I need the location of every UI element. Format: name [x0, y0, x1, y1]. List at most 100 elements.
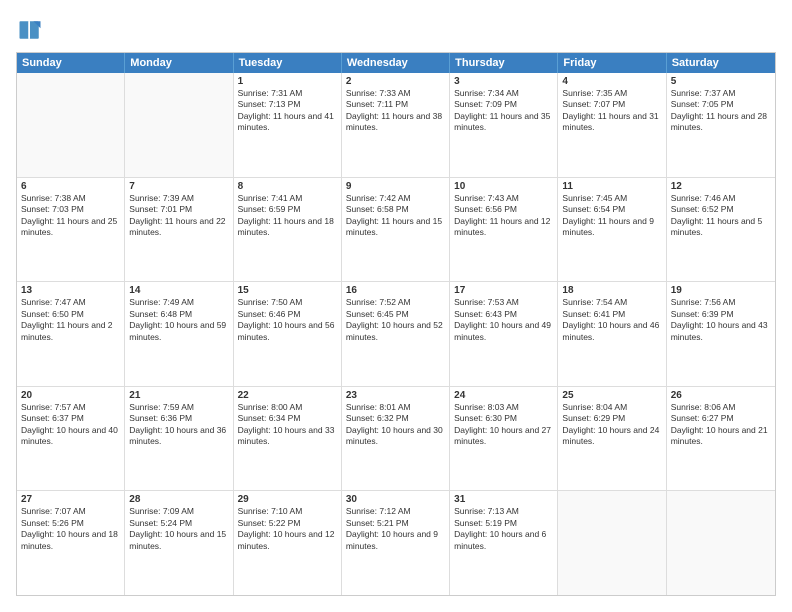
day-number: 19 — [671, 285, 771, 296]
calendar-cell: 31Sunrise: 7:13 AMSunset: 5:19 PMDayligh… — [450, 491, 558, 595]
calendar-cell: 21Sunrise: 7:59 AMSunset: 6:36 PMDayligh… — [125, 387, 233, 491]
calendar-cell: 22Sunrise: 8:00 AMSunset: 6:34 PMDayligh… — [234, 387, 342, 491]
calendar-row-2: 6Sunrise: 7:38 AMSunset: 7:03 PMDaylight… — [17, 178, 775, 283]
calendar-cell: 5Sunrise: 7:37 AMSunset: 7:05 PMDaylight… — [667, 73, 775, 177]
cell-content: Sunrise: 8:06 AMSunset: 6:27 PMDaylight:… — [671, 402, 771, 448]
cell-content: Sunrise: 7:34 AMSunset: 7:09 PMDaylight:… — [454, 88, 553, 134]
day-number: 4 — [562, 76, 661, 87]
cell-content: Sunrise: 7:57 AMSunset: 6:37 PMDaylight:… — [21, 402, 120, 448]
day-number: 1 — [238, 76, 337, 87]
calendar-cell: 1Sunrise: 7:31 AMSunset: 7:13 PMDaylight… — [234, 73, 342, 177]
calendar-cell: 19Sunrise: 7:56 AMSunset: 6:39 PMDayligh… — [667, 282, 775, 386]
logo-icon — [16, 16, 44, 44]
calendar-row-3: 13Sunrise: 7:47 AMSunset: 6:50 PMDayligh… — [17, 282, 775, 387]
calendar-cell: 14Sunrise: 7:49 AMSunset: 6:48 PMDayligh… — [125, 282, 233, 386]
cell-content: Sunrise: 7:54 AMSunset: 6:41 PMDaylight:… — [562, 297, 661, 343]
calendar-cell — [558, 491, 666, 595]
calendar-cell: 24Sunrise: 8:03 AMSunset: 6:30 PMDayligh… — [450, 387, 558, 491]
cell-content: Sunrise: 7:50 AMSunset: 6:46 PMDaylight:… — [238, 297, 337, 343]
cell-content: Sunrise: 8:04 AMSunset: 6:29 PMDaylight:… — [562, 402, 661, 448]
cell-content: Sunrise: 7:10 AMSunset: 5:22 PMDaylight:… — [238, 506, 337, 552]
day-number: 15 — [238, 285, 337, 296]
cell-content: Sunrise: 7:47 AMSunset: 6:50 PMDaylight:… — [21, 297, 120, 343]
day-number: 25 — [562, 390, 661, 401]
cell-content: Sunrise: 7:42 AMSunset: 6:58 PMDaylight:… — [346, 193, 445, 239]
cell-content: Sunrise: 7:39 AMSunset: 7:01 PMDaylight:… — [129, 193, 228, 239]
day-number: 24 — [454, 390, 553, 401]
logo — [16, 16, 48, 44]
day-number: 2 — [346, 76, 445, 87]
calendar-cell: 18Sunrise: 7:54 AMSunset: 6:41 PMDayligh… — [558, 282, 666, 386]
day-header-sunday: Sunday — [17, 53, 125, 73]
day-number: 9 — [346, 181, 445, 192]
day-number: 6 — [21, 181, 120, 192]
cell-content: Sunrise: 8:01 AMSunset: 6:32 PMDaylight:… — [346, 402, 445, 448]
cell-content: Sunrise: 7:09 AMSunset: 5:24 PMDaylight:… — [129, 506, 228, 552]
day-number: 10 — [454, 181, 553, 192]
calendar-cell: 23Sunrise: 8:01 AMSunset: 6:32 PMDayligh… — [342, 387, 450, 491]
cell-content: Sunrise: 8:03 AMSunset: 6:30 PMDaylight:… — [454, 402, 553, 448]
day-number: 31 — [454, 494, 553, 505]
day-number: 17 — [454, 285, 553, 296]
cell-content: Sunrise: 7:56 AMSunset: 6:39 PMDaylight:… — [671, 297, 771, 343]
calendar-cell: 15Sunrise: 7:50 AMSunset: 6:46 PMDayligh… — [234, 282, 342, 386]
calendar-cell: 17Sunrise: 7:53 AMSunset: 6:43 PMDayligh… — [450, 282, 558, 386]
cell-content: Sunrise: 7:41 AMSunset: 6:59 PMDaylight:… — [238, 193, 337, 239]
day-header-saturday: Saturday — [667, 53, 775, 73]
calendar-cell: 2Sunrise: 7:33 AMSunset: 7:11 PMDaylight… — [342, 73, 450, 177]
day-header-monday: Monday — [125, 53, 233, 73]
cell-content: Sunrise: 7:46 AMSunset: 6:52 PMDaylight:… — [671, 193, 771, 239]
day-number: 12 — [671, 181, 771, 192]
calendar: SundayMondayTuesdayWednesdayThursdayFrid… — [16, 52, 776, 596]
cell-content: Sunrise: 7:38 AMSunset: 7:03 PMDaylight:… — [21, 193, 120, 239]
calendar-cell: 16Sunrise: 7:52 AMSunset: 6:45 PMDayligh… — [342, 282, 450, 386]
cell-content: Sunrise: 7:12 AMSunset: 5:21 PMDaylight:… — [346, 506, 445, 552]
calendar-cell: 6Sunrise: 7:38 AMSunset: 7:03 PMDaylight… — [17, 178, 125, 282]
cell-content: Sunrise: 7:31 AMSunset: 7:13 PMDaylight:… — [238, 88, 337, 134]
calendar-cell: 26Sunrise: 8:06 AMSunset: 6:27 PMDayligh… — [667, 387, 775, 491]
cell-content: Sunrise: 7:52 AMSunset: 6:45 PMDaylight:… — [346, 297, 445, 343]
day-number: 22 — [238, 390, 337, 401]
day-number: 21 — [129, 390, 228, 401]
day-number: 27 — [21, 494, 120, 505]
page: SundayMondayTuesdayWednesdayThursdayFrid… — [0, 0, 792, 612]
calendar-header: SundayMondayTuesdayWednesdayThursdayFrid… — [17, 53, 775, 73]
calendar-cell: 20Sunrise: 7:57 AMSunset: 6:37 PMDayligh… — [17, 387, 125, 491]
calendar-cell: 4Sunrise: 7:35 AMSunset: 7:07 PMDaylight… — [558, 73, 666, 177]
calendar-cell: 10Sunrise: 7:43 AMSunset: 6:56 PMDayligh… — [450, 178, 558, 282]
day-number: 8 — [238, 181, 337, 192]
day-number: 23 — [346, 390, 445, 401]
calendar-row-5: 27Sunrise: 7:07 AMSunset: 5:26 PMDayligh… — [17, 491, 775, 595]
header — [16, 16, 776, 44]
cell-content: Sunrise: 7:53 AMSunset: 6:43 PMDaylight:… — [454, 297, 553, 343]
calendar-cell: 25Sunrise: 8:04 AMSunset: 6:29 PMDayligh… — [558, 387, 666, 491]
calendar-cell: 29Sunrise: 7:10 AMSunset: 5:22 PMDayligh… — [234, 491, 342, 595]
cell-content: Sunrise: 7:37 AMSunset: 7:05 PMDaylight:… — [671, 88, 771, 134]
calendar-cell: 30Sunrise: 7:12 AMSunset: 5:21 PMDayligh… — [342, 491, 450, 595]
day-number: 28 — [129, 494, 228, 505]
day-number: 18 — [562, 285, 661, 296]
cell-content: Sunrise: 7:59 AMSunset: 6:36 PMDaylight:… — [129, 402, 228, 448]
day-header-friday: Friday — [558, 53, 666, 73]
cell-content: Sunrise: 7:33 AMSunset: 7:11 PMDaylight:… — [346, 88, 445, 134]
cell-content: Sunrise: 8:00 AMSunset: 6:34 PMDaylight:… — [238, 402, 337, 448]
calendar-cell: 8Sunrise: 7:41 AMSunset: 6:59 PMDaylight… — [234, 178, 342, 282]
day-number: 29 — [238, 494, 337, 505]
cell-content: Sunrise: 7:13 AMSunset: 5:19 PMDaylight:… — [454, 506, 553, 552]
day-header-tuesday: Tuesday — [234, 53, 342, 73]
day-number: 30 — [346, 494, 445, 505]
calendar-cell: 9Sunrise: 7:42 AMSunset: 6:58 PMDaylight… — [342, 178, 450, 282]
calendar-body: 1Sunrise: 7:31 AMSunset: 7:13 PMDaylight… — [17, 73, 775, 595]
cell-content: Sunrise: 7:07 AMSunset: 5:26 PMDaylight:… — [21, 506, 120, 552]
day-number: 14 — [129, 285, 228, 296]
day-number: 20 — [21, 390, 120, 401]
day-number: 16 — [346, 285, 445, 296]
day-number: 13 — [21, 285, 120, 296]
calendar-cell — [17, 73, 125, 177]
calendar-cell: 7Sunrise: 7:39 AMSunset: 7:01 PMDaylight… — [125, 178, 233, 282]
day-header-wednesday: Wednesday — [342, 53, 450, 73]
day-number: 7 — [129, 181, 228, 192]
calendar-row-1: 1Sunrise: 7:31 AMSunset: 7:13 PMDaylight… — [17, 73, 775, 178]
day-number: 11 — [562, 181, 661, 192]
day-number: 3 — [454, 76, 553, 87]
